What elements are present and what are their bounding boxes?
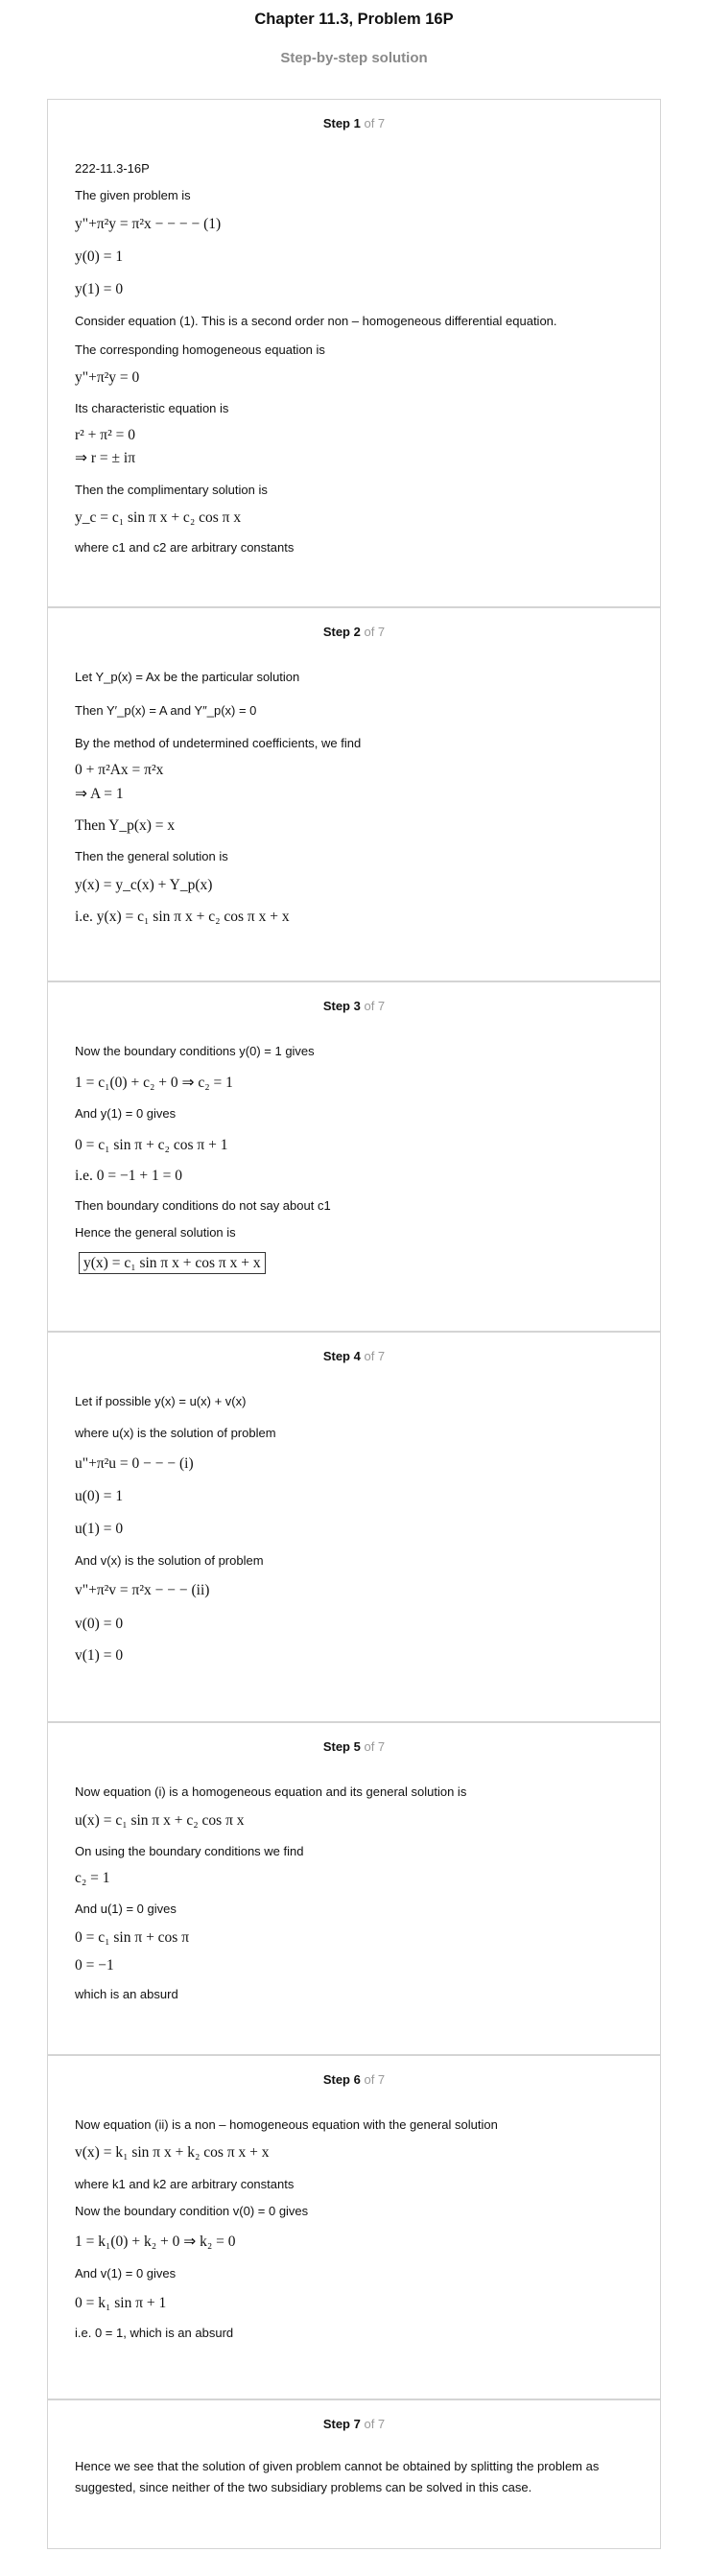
equation: 0 = −1	[75, 1957, 114, 1973]
step-header: Step 2 of 7	[48, 625, 660, 639]
step-header: Step 4 of 7	[48, 1349, 660, 1363]
equation: 0 = k₁ sin π + 1	[75, 2295, 167, 2311]
text-line: Consider equation (1). This is a second …	[75, 314, 557, 328]
final-answer-line: y(x) = c₁ sin π x + cos π x + x	[75, 1252, 641, 1274]
equation: v(x) = k₁ sin π x + k₂ cos π x + x	[75, 2144, 270, 2161]
equation: y"+π²y = 0	[75, 369, 140, 386]
text-line: Now the boundary conditions y(0) = 1 giv…	[75, 1044, 315, 1058]
equation: y(x) = y_c(x) + Y_p(x)	[75, 877, 213, 893]
step-label: Step 5	[322, 1739, 361, 1754]
step-card-7: Step 7 of 7 Hence we see that the soluti…	[47, 2399, 661, 2549]
step-label: Step 4	[322, 1349, 361, 1363]
step-header: Step 6 of 7	[48, 2072, 660, 2087]
step-count: of 7	[364, 625, 386, 639]
text-line: Then Y′_p(x) = A and Y″_p(x) = 0	[75, 703, 257, 718]
text-line: And v(x) is the solution of problem	[75, 1553, 264, 1568]
equation: v(0) = 0	[75, 1616, 124, 1632]
text-line: Let Y_p(x) = Ax be the particular soluti…	[75, 670, 300, 684]
text-line: Now equation (ii) is a non – homogeneous…	[75, 2117, 498, 2132]
text-line: On using the boundary conditions we find	[75, 1844, 304, 1858]
step-card-5: Step 5 of 7 Now equation (i) is a homoge…	[47, 1722, 661, 2055]
text-line: And u(1) = 0 gives	[75, 1902, 177, 1916]
text-line: i.e. 0 = 1, which is an absurd	[75, 2326, 234, 2340]
equation: c₂ = 1	[75, 1870, 110, 1886]
equation: 1 = c₁(0) + c₂ + 0 ⇒ c₂ = 1	[75, 1075, 233, 1091]
text-line: The corresponding homogeneous equation i…	[75, 343, 325, 357]
step-header: Step 3 of 7	[48, 999, 660, 1013]
step-card-6: Step 6 of 7 Now equation (ii) is a non –…	[47, 2055, 661, 2399]
step-header: Step 5 of 7	[48, 1739, 660, 1754]
step-count: of 7	[364, 116, 386, 130]
step-count: of 7	[364, 1739, 386, 1754]
equation: u(x) = c₁ sin π x + c₂ cos π x	[75, 1812, 245, 1829]
step-label: Step 1	[322, 116, 361, 130]
equation: 0 = c₁ sin π + cos π	[75, 1929, 190, 1946]
text-line: The given problem is	[75, 188, 191, 202]
problem-id: 222-11.3-16P	[75, 161, 150, 176]
conclusion-text: Hence we see that the solution of given …	[75, 2459, 600, 2494]
equation: y(1) = 0	[75, 281, 124, 297]
text-line: Then boundary conditions do not say abou…	[75, 1198, 331, 1213]
step-card-1: Step 1 of 7 222-11.3-16P The given probl…	[47, 99, 661, 607]
step-count: of 7	[364, 2417, 386, 2431]
equation: y"+π²y = π²x − − − − (1)	[75, 216, 222, 232]
equation: v(1) = 0	[75, 1647, 124, 1664]
text-line: Hence the general solution is	[75, 1225, 236, 1240]
step-card-4: Step 4 of 7 Let if possible y(x) = u(x) …	[47, 1332, 661, 1722]
text-line: Then the general solution is	[75, 849, 228, 863]
equation: r² + π² = 0	[75, 427, 136, 443]
text-line: Now equation (i) is a homogeneous equati…	[75, 1784, 467, 1799]
text-line: where k1 and k2 are arbitrary constants	[75, 2177, 295, 2191]
step-header: Step 7 of 7	[48, 2417, 660, 2431]
step-count: of 7	[364, 2072, 386, 2087]
page-title: Chapter 11.3, Problem 16P	[254, 11, 454, 28]
equation: ⇒ A = 1	[75, 786, 124, 802]
text-line: where u(x) is the solution of problem	[75, 1426, 276, 1440]
final-answer-box: y(x) = c₁ sin π x + cos π x + x	[79, 1252, 266, 1274]
equation: u"+π²u = 0 − − − (i)	[75, 1455, 194, 1472]
text-line: Its characteristic equation is	[75, 401, 229, 415]
equation: i.e. y(x) = c₁ sin π x + c₂ cos π x + x	[75, 909, 290, 925]
step-label: Step 6	[322, 2072, 361, 2087]
step-header: Step 1 of 7	[48, 116, 660, 130]
equation: y_c = c₁ sin π x + c₂ cos π x	[75, 509, 242, 526]
text-line: where c1 and c2 are arbitrary constants	[75, 540, 295, 555]
text-line: And v(1) = 0 gives	[75, 2266, 177, 2281]
equation: y(0) = 1	[75, 248, 124, 265]
step-label: Step 7	[322, 2417, 361, 2431]
text-line: Then the complimentary solution is	[75, 483, 268, 497]
page-subtitle: Step-by-step solution	[280, 50, 428, 66]
equation: u(0) = 1	[75, 1488, 124, 1504]
text-line: which is an absurd	[75, 1987, 178, 2001]
step-label: Step 2	[322, 625, 361, 639]
equation: u(1) = 0	[75, 1521, 124, 1537]
equation: i.e. 0 = −1 + 1 = 0	[75, 1168, 183, 1184]
equation: v"+π²v = π²x − − − (ii)	[75, 1582, 210, 1598]
text-line: Now the boundary condition v(0) = 0 give…	[75, 2204, 309, 2218]
equation: 0 + π²Ax = π²x	[75, 762, 164, 778]
step-count: of 7	[364, 999, 386, 1013]
step-card-3: Step 3 of 7 Now the boundary conditions …	[47, 981, 661, 1332]
text-line: And y(1) = 0 gives	[75, 1106, 177, 1121]
equation: 1 = k₁(0) + k₂ + 0 ⇒ k₂ = 0	[75, 2233, 236, 2250]
equation: 0 = c₁ sin π + c₂ cos π + 1	[75, 1137, 228, 1153]
text-line: By the method of undetermined coefficien…	[75, 736, 362, 750]
step-count: of 7	[364, 1349, 386, 1363]
step-card-2: Step 2 of 7 Let Y_p(x) = Ax be the parti…	[47, 607, 661, 981]
step-label: Step 3	[322, 999, 361, 1013]
equation: Then Y_p(x) = x	[75, 817, 176, 834]
equation: ⇒ r = ± iπ	[75, 450, 136, 466]
text-line: Let if possible y(x) = u(x) + v(x)	[75, 1394, 247, 1408]
